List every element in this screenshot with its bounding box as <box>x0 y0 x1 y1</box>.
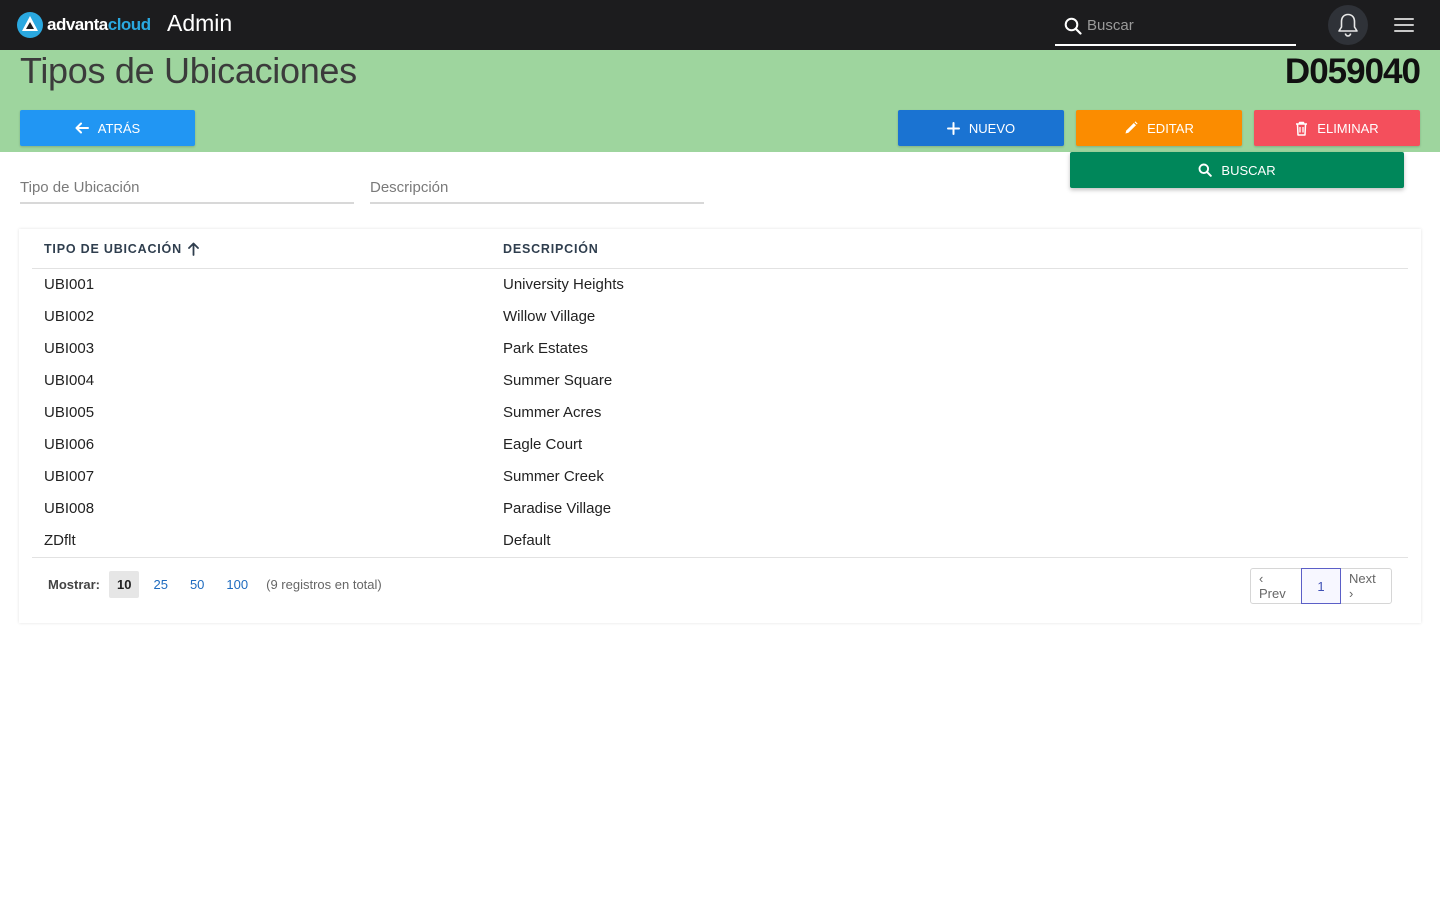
app-title: Admin <box>167 10 233 36</box>
page-size-option-25[interactable]: 25 <box>145 571 175 598</box>
global-search-input[interactable] <box>1087 12 1287 38</box>
menu-line <box>1394 30 1414 32</box>
tipo-ubicacion-filter <box>20 172 354 204</box>
cell-descripcion: Default <box>503 532 551 549</box>
page-size-option-50[interactable]: 50 <box>182 571 212 598</box>
table-row[interactable]: UBI007 Summer Creek <box>32 461 1408 493</box>
edit-button-label: EDITAR <box>1147 120 1194 136</box>
cell-tipo: UBI002 <box>44 308 95 325</box>
page-size-option-10[interactable]: 10 <box>109 571 140 598</box>
menu-line <box>1394 24 1414 26</box>
table-row[interactable]: UBI004 Summer Square <box>32 365 1408 397</box>
column-header-tipo[interactable]: TIPO DE UBICACIÓN <box>44 242 199 256</box>
hamburger-menu-button[interactable] <box>1392 15 1416 35</box>
page-size-option-100[interactable]: 100 <box>218 571 256 598</box>
page-title: Tipos de Ubicaciones <box>20 50 357 91</box>
tipo-ubicacion-input[interactable] <box>20 172 354 202</box>
cell-tipo: UBI006 <box>44 436 95 453</box>
logo-wordmark: advantacloud <box>47 15 151 35</box>
total-records-text: (9 registros en total) <box>266 577 382 592</box>
results-table-card: TIPO DE UBICACIÓN DESCRIPCIÓN UBI001 Uni… <box>19 229 1421 623</box>
table-row[interactable]: UBI001 University Heights <box>32 269 1408 301</box>
cell-tipo: UBI001 <box>44 276 95 293</box>
cell-tipo: UBI004 <box>44 372 95 389</box>
pagination: ‹ Prev 1 Next › <box>1250 568 1392 604</box>
table-footer: Mostrar: 10 25 50 100 (9 registros en to… <box>32 557 1408 623</box>
page-size-label: Mostrar: <box>48 577 101 592</box>
cell-descripcion: Eagle Court <box>503 436 583 453</box>
search-icon <box>1198 163 1213 177</box>
sort-ascending-icon <box>188 242 199 256</box>
plus-icon <box>946 121 960 135</box>
delete-button[interactable]: ELIMINAR <box>1254 110 1420 146</box>
new-button[interactable]: NUEVO <box>898 110 1064 146</box>
back-button-label: ATRÁS <box>97 120 141 136</box>
logo-text-cloud: cloud <box>107 15 151 34</box>
logo-text-advanta: advanta <box>47 15 108 34</box>
table-row[interactable]: UBI002 Willow Village <box>32 301 1408 333</box>
table-row[interactable]: ZDflt Default <box>32 525 1408 557</box>
notifications-button[interactable] <box>1328 5 1368 45</box>
table-row[interactable]: UBI005 Summer Acres <box>32 397 1408 429</box>
back-button[interactable]: ATRÁS <box>20 110 195 146</box>
cell-descripcion: Summer Acres <box>503 404 602 421</box>
descripcion-filter <box>370 172 704 204</box>
page-size-selector: Mostrar: 10 25 50 100 (9 registros en to… <box>48 571 382 598</box>
cell-descripcion: Summer Square <box>503 372 613 389</box>
record-code: D059040 <box>1284 52 1421 91</box>
global-search <box>1055 6 1296 46</box>
cell-descripcion: Willow Village <box>503 308 596 325</box>
page-header: Tipos de Ubicaciones D059040 ATRÁS NUEVO… <box>0 50 1440 152</box>
cell-tipo: UBI003 <box>44 340 95 357</box>
table-row[interactable]: UBI008 Paradise Village <box>32 493 1408 525</box>
trash-icon <box>1296 121 1308 136</box>
top-navbar: advantacloud Admin <box>0 0 1440 50</box>
table-body: UBI001 University Heights UBI002 Willow … <box>32 269 1408 557</box>
bell-icon <box>1338 13 1358 37</box>
descripcion-input[interactable] <box>370 172 704 202</box>
search-filter-button-label: BUSCAR <box>1221 162 1276 178</box>
search-icon <box>1064 17 1082 35</box>
app-logo[interactable]: advantacloud <box>16 11 151 39</box>
table-header: TIPO DE UBICACIÓN DESCRIPCIÓN <box>32 229 1408 269</box>
cell-tipo: UBI005 <box>44 404 95 421</box>
cell-tipo: UBI008 <box>44 500 95 517</box>
column-header-tipo-label: TIPO DE UBICACIÓN <box>44 242 182 256</box>
table-row[interactable]: UBI006 Eagle Court <box>32 429 1408 461</box>
arrow-left-icon <box>75 122 89 134</box>
pagination-next-button[interactable]: Next › <box>1341 569 1391 603</box>
column-header-descripcion-label: DESCRIPCIÓN <box>503 242 599 256</box>
cell-descripcion: Paradise Village <box>503 500 612 517</box>
table-row[interactable]: UBI003 Park Estates <box>32 333 1408 365</box>
search-filter-button[interactable]: BUSCAR <box>1070 152 1404 188</box>
advantacloud-logo-icon <box>17 12 43 38</box>
menu-line <box>1394 18 1414 20</box>
pagination-page-1[interactable]: 1 <box>1301 568 1341 604</box>
delete-button-label: ELIMINAR <box>1317 120 1379 136</box>
cell-tipo: UBI007 <box>44 468 95 485</box>
cell-descripcion: Park Estates <box>503 340 589 357</box>
cell-descripcion: University Heights <box>503 276 624 293</box>
pencil-icon <box>1125 121 1138 134</box>
edit-button[interactable]: EDITAR <box>1076 110 1242 146</box>
pagination-prev-button[interactable]: ‹ Prev <box>1251 569 1301 603</box>
cell-tipo: ZDflt <box>44 532 76 549</box>
new-button-label: NUEVO <box>968 120 1016 136</box>
cell-descripcion: Summer Creek <box>503 468 604 485</box>
column-header-descripcion[interactable]: DESCRIPCIÓN <box>503 242 599 256</box>
